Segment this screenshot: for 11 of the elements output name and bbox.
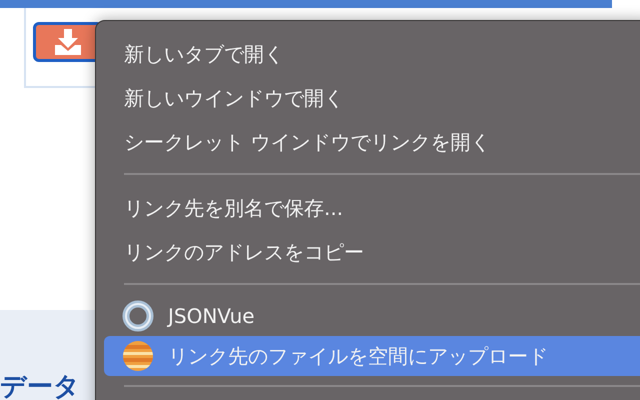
menu-item[interactable]: 新しいタブで開く xyxy=(104,32,640,76)
section-heading: データ xyxy=(0,374,80,400)
download-icon xyxy=(54,29,82,55)
menu-item[interactable]: JSONVue xyxy=(104,296,640,336)
menu-item[interactable]: リンク先を別名で保存... xyxy=(104,186,640,230)
menu-item[interactable]: シークレット ウインドウでリンクを開く xyxy=(104,120,640,164)
menu-item[interactable]: リンク先のファイルを空間にアップロード xyxy=(104,336,640,376)
planet-icon xyxy=(122,340,154,372)
menu-item[interactable]: 新しいウインドウで開く xyxy=(104,76,640,120)
menu-item[interactable]: リンクのアドレスをコピー xyxy=(104,230,640,274)
ring-icon xyxy=(122,300,154,332)
